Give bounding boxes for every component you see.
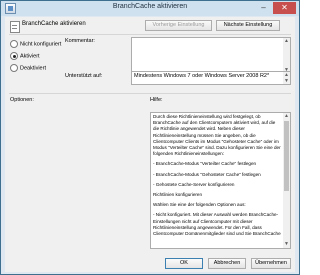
supported-scrollbar[interactable]: ▲ ▼: [283, 72, 290, 84]
help-text-box[interactable]: Durch diese Richtlinieneinstellung wird …: [150, 112, 291, 249]
options-label: Optionen:: [10, 97, 34, 103]
policy-setting-icon: [10, 21, 20, 33]
help-scroll-up-icon[interactable]: ▲: [283, 113, 290, 120]
header-divider: [9, 34, 291, 35]
dialog-window: BranchCache aktivieren – ✕ BranchCache a…: [0, 0, 300, 275]
help-text: Durch diese Richtlinieneinstellung wird …: [153, 114, 281, 241]
radio-enabled-indicator[interactable]: [10, 52, 18, 60]
help-paragraph: - Nicht konfiguriert. Mit dieser Auswahl…: [153, 212, 281, 237]
title-bar[interactable]: BranchCache aktivieren – ✕: [1, 1, 299, 16]
supported-on-field[interactable]: Mindestens Windows 7 oder Windows Server…: [131, 71, 291, 85]
radio-not-configured-indicator[interactable]: [10, 40, 18, 48]
window-title: BranchCache aktivieren: [112, 3, 188, 10]
cancel-button[interactable]: Abbrechen: [208, 258, 246, 269]
radio-not-configured[interactable]: Nicht konfiguriert: [10, 40, 61, 48]
help-label: Hilfe:: [150, 97, 163, 103]
radio-disabled-indicator[interactable]: [10, 64, 18, 72]
ok-button[interactable]: OK: [165, 258, 203, 269]
supported-scroll-down-icon[interactable]: ▼: [283, 78, 290, 84]
supported-on-value: Mindestens Windows 7 oder Windows Server…: [134, 73, 270, 79]
radio-not-configured-label: Nicht konfiguriert: [20, 41, 62, 48]
radio-disabled-label: Deaktiviert: [20, 65, 46, 72]
help-scroll-down-icon[interactable]: ▼: [283, 241, 290, 248]
previous-setting-button[interactable]: Vorherige Einstellung: [145, 20, 212, 31]
comment-scroll-up-icon[interactable]: ▲: [283, 38, 290, 45]
help-paragraph: Wählen Sie eine der folgenden Optionen a…: [153, 202, 246, 208]
comment-textarea[interactable]: ▲ ▼: [131, 37, 291, 75]
help-paragraph: Richtlinien konfigurieren: [153, 192, 203, 198]
help-paragraph: Durch diese Richtlinieneinstellung wird …: [153, 114, 281, 157]
dialog-client-area: BranchCache aktivieren Vorherige Einstel…: [5, 17, 295, 272]
radio-enabled[interactable]: Aktiviert: [10, 52, 40, 60]
help-paragraph: - Gehostete Cache-Server konfigurieren: [153, 181, 235, 187]
help-scrollbar[interactable]: ▲ ▼: [283, 113, 290, 248]
minimize-button[interactable]: –: [256, 2, 271, 14]
policy-name: BranchCache aktivieren: [22, 21, 86, 27]
radio-enabled-label: Aktiviert: [20, 53, 40, 60]
close-button[interactable]: ✕: [273, 2, 296, 14]
apply-button[interactable]: Übernehmen: [251, 258, 291, 269]
comment-label: Kommentar:: [65, 38, 95, 44]
help-scroll-thumb[interactable]: [284, 121, 289, 191]
next-setting-button[interactable]: Nächste Einstellung: [216, 20, 280, 31]
comment-scrollbar[interactable]: ▲ ▼: [283, 38, 290, 74]
supported-on-label: Unterstützt auf:: [65, 73, 103, 79]
radio-disabled[interactable]: Deaktiviert: [10, 64, 46, 72]
section-divider: [9, 93, 291, 94]
help-paragraph: - BranchCache-Modus "Verteilter Cache" f…: [153, 161, 257, 167]
help-paragraph: - BranchCache-Modus "Gehosteter Cache" f…: [153, 171, 261, 177]
